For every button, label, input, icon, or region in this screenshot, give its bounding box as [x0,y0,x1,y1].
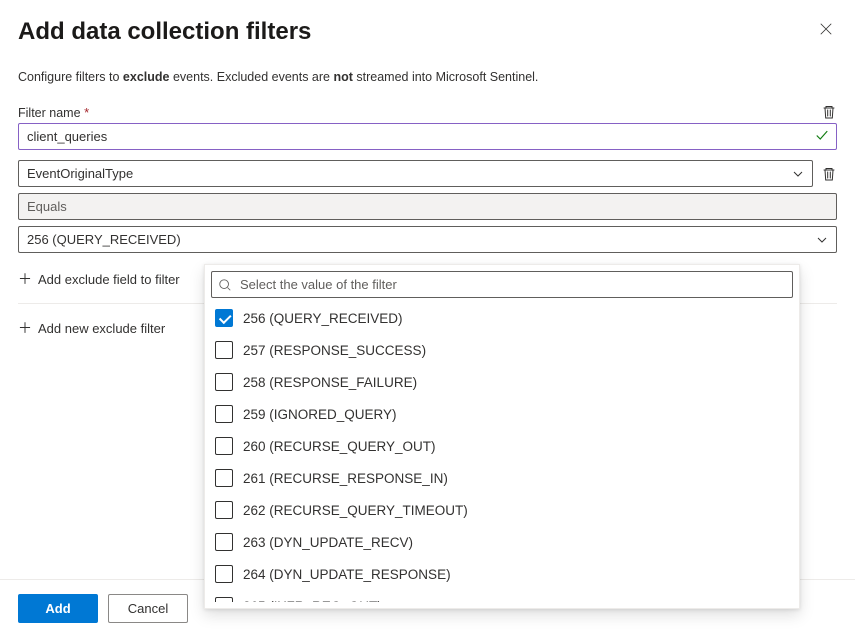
option-row[interactable]: 258 (RESPONSE_FAILURE) [211,366,793,398]
value-select[interactable]: 256 (QUERY_RECEIVED) [18,226,837,253]
delete-field-icon[interactable] [821,166,837,182]
option-row[interactable]: 260 (RECURSE_QUERY_OUT) [211,430,793,462]
option-label: 264 (DYN_UPDATE_RESPONSE) [243,567,451,582]
search-icon [218,278,232,292]
option-row[interactable]: 257 (RESPONSE_SUCCESS) [211,334,793,366]
chevron-down-icon [792,168,804,180]
value-dropdown: 256 (QUERY_RECEIVED) 257 (RESPONSE_SUCCES… [204,264,800,609]
option-row[interactable]: 265 (IXFR_REQ_OUT) [211,590,793,602]
options-list[interactable]: 256 (QUERY_RECEIVED) 257 (RESPONSE_SUCCES… [211,302,793,602]
filter-name-label: Filter name [18,106,81,120]
add-filter-label: Add new exclude filter [38,321,165,336]
option-row[interactable]: 256 (QUERY_RECEIVED) [211,302,793,334]
cancel-button[interactable]: Cancel [108,594,188,623]
filter-value-search-input[interactable] [211,271,793,298]
checkbox[interactable] [215,341,233,359]
checkbox[interactable] [215,309,233,327]
checkbox[interactable] [215,533,233,551]
panel-title: Add data collection filters [18,18,311,46]
add-button[interactable]: Add [18,594,98,623]
checkbox[interactable] [215,373,233,391]
option-row[interactable]: 263 (DYN_UPDATE_RECV) [211,526,793,558]
option-row[interactable]: 259 (IGNORED_QUERY) [211,398,793,430]
option-label: 265 (IXFR_REQ_OUT) [243,599,382,603]
plus-icon: ＋ [18,318,32,338]
option-label: 262 (RECURSE_QUERY_TIMEOUT) [243,503,468,518]
option-row[interactable]: 261 (RECURSE_RESPONSE_IN) [211,462,793,494]
option-label: 260 (RECURSE_QUERY_OUT) [243,439,436,454]
option-label: 258 (RESPONSE_FAILURE) [243,375,417,390]
operator-select-value: Equals [27,199,67,214]
field-select[interactable]: EventOriginalType [18,160,813,187]
filter-name-input[interactable] [18,123,837,150]
option-row[interactable]: 262 (RECURSE_QUERY_TIMEOUT) [211,494,793,526]
checkbox[interactable] [215,565,233,583]
option-label: 259 (IGNORED_QUERY) [243,407,397,422]
option-label: 263 (DYN_UPDATE_RECV) [243,535,413,550]
checkbox[interactable] [215,405,233,423]
option-label: 256 (QUERY_RECEIVED) [243,311,403,326]
chevron-down-icon [816,234,828,246]
option-label: 257 (RESPONSE_SUCCESS) [243,343,426,358]
checkbox[interactable] [215,597,233,602]
checkbox[interactable] [215,501,233,519]
add-field-label: Add exclude field to filter [38,272,180,287]
plus-icon: ＋ [18,269,32,289]
required-asterisk: * [84,105,89,120]
value-select-value: 256 (QUERY_RECEIVED) [27,232,181,247]
option-row[interactable]: 264 (DYN_UPDATE_RESPONSE) [211,558,793,590]
field-select-value: EventOriginalType [27,166,133,181]
valid-check-icon [815,128,829,145]
description-text: Configure filters to exclude events. Exc… [18,70,837,84]
close-icon[interactable] [815,18,837,44]
checkbox[interactable] [215,437,233,455]
option-label: 261 (RECURSE_RESPONSE_IN) [243,471,448,486]
operator-select: Equals [18,193,837,220]
checkbox[interactable] [215,469,233,487]
delete-filter-icon[interactable] [821,104,837,120]
